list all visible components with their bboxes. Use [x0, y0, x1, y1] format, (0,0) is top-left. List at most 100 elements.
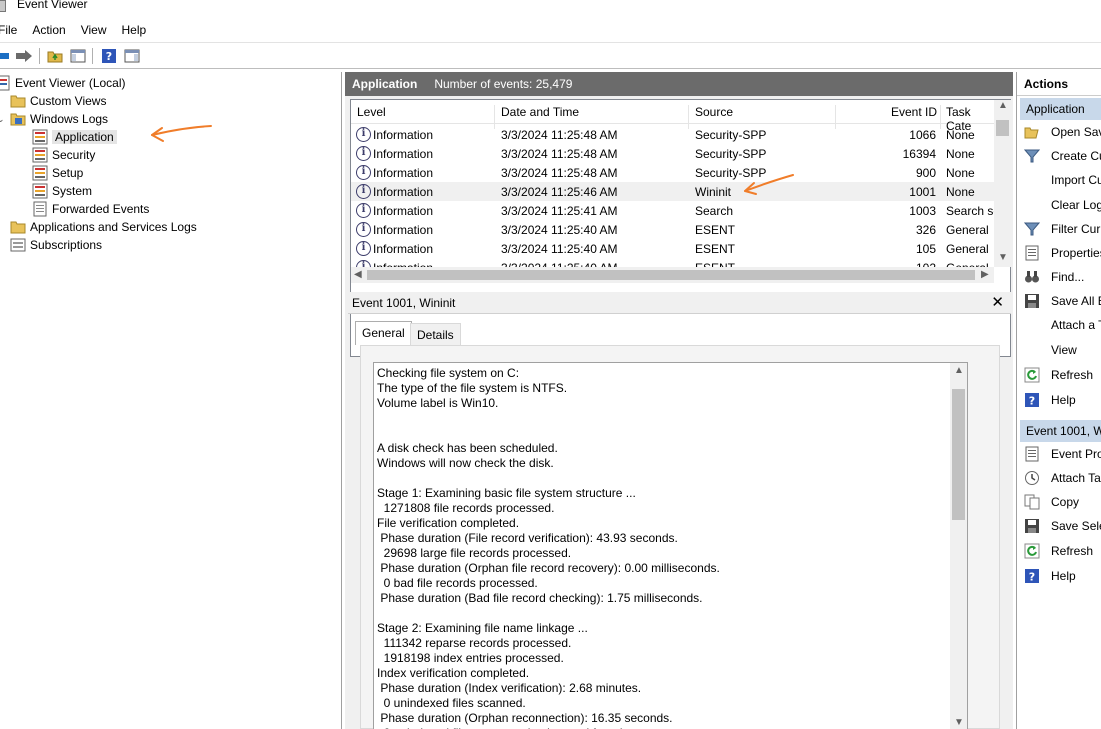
- show-hide-action-pane-icon[interactable]: [123, 47, 141, 65]
- action-label: Event Pro: [1051, 447, 1101, 461]
- row-level: Information: [373, 242, 434, 256]
- action-properties[interactable]: Properties: [1024, 242, 1101, 264]
- scroll-thumb[interactable]: [367, 270, 975, 280]
- action-help[interactable]: ? Help: [1024, 389, 1076, 411]
- action-label: Save All E: [1051, 294, 1101, 308]
- event-row-selected[interactable]: i Information 3/3/2024 11:25:46 AM Winin…: [351, 182, 996, 201]
- binoculars-icon: [1025, 271, 1039, 283]
- event-row[interactable]: i Information 3/3/2024 11:25:40 AM ESENT…: [351, 239, 996, 258]
- scroll-thumb[interactable]: [952, 389, 965, 520]
- action-create-custom-view[interactable]: Create Cu: [1024, 145, 1101, 167]
- row-task: None: [946, 128, 975, 142]
- column-date-time[interactable]: Date and Time: [501, 105, 579, 119]
- information-icon: i: [356, 146, 371, 161]
- event-row[interactable]: i Information 3/3/2024 11:25:40 AM ESENT…: [351, 220, 996, 239]
- expand-chevron-icon[interactable]: ›: [0, 96, 5, 106]
- action-import-custom-view[interactable]: Import Cu: [1024, 169, 1101, 191]
- menu-file[interactable]: File: [0, 23, 26, 37]
- scroll-left-icon[interactable]: ◀: [354, 269, 362, 280]
- action-clear-log[interactable]: Clear Log: [1024, 194, 1101, 216]
- event-viewer-app-icon: [0, 0, 6, 12]
- column-level[interactable]: Level: [357, 105, 386, 119]
- action-label: Properties: [1051, 246, 1101, 260]
- up-folder-icon[interactable]: [46, 47, 64, 65]
- toolbar: ?: [0, 42, 1101, 69]
- tree-item-forwarded-events[interactable]: Forwarded Events: [32, 200, 149, 218]
- column-event-id[interactable]: Event ID: [891, 105, 937, 119]
- event-row[interactable]: i Information 3/3/2024 11:25:48 AM Secur…: [351, 125, 996, 144]
- event-message-box[interactable]: Checking file system on C: The type of t…: [373, 362, 968, 729]
- tree-item-setup[interactable]: Setup: [32, 164, 83, 182]
- row-task: None: [946, 185, 975, 199]
- toolbar-separator: [39, 48, 40, 64]
- collapse-chevron-icon[interactable]: ⌄: [0, 114, 5, 125]
- action-copy[interactable]: Copy: [1024, 491, 1079, 513]
- action-find[interactable]: Find...: [1024, 266, 1084, 288]
- close-icon[interactable]: ✕: [991, 293, 1004, 311]
- tree-item-windows-logs[interactable]: ⌄ Windows Logs: [0, 110, 108, 128]
- refresh-icon: [1024, 367, 1040, 383]
- tree-label-subscriptions: Subscriptions: [30, 238, 103, 252]
- general-tab-panel: Checking file system on C: The type of t…: [360, 345, 1000, 729]
- row-level: Information: [373, 147, 434, 161]
- tree-item-security[interactable]: Security: [32, 146, 95, 164]
- row-source: Wininit: [695, 185, 732, 199]
- row-task: None: [946, 166, 975, 180]
- properties-icon: [1025, 245, 1039, 261]
- tree-item-apps-services-logs[interactable]: › Applications and Services Logs: [0, 218, 197, 236]
- action-attach-task[interactable]: Attach a T: [1024, 314, 1101, 336]
- action-help-event[interactable]: ? Help: [1024, 565, 1076, 587]
- scroll-up-icon[interactable]: ▲: [998, 100, 1008, 111]
- row-event-id: 900: [915, 166, 936, 180]
- action-refresh-event[interactable]: Refresh: [1024, 540, 1093, 562]
- open-folder-icon: [1024, 127, 1039, 139]
- expand-chevron-icon[interactable]: ›: [0, 222, 5, 232]
- tree-label-custom-views: Custom Views: [30, 94, 107, 108]
- forward-icon[interactable]: [15, 47, 33, 65]
- event-detail-header: Event 1001, Wininit ✕: [348, 292, 1011, 314]
- help-icon: ?: [1025, 393, 1039, 408]
- scroll-down-icon[interactable]: ▼: [954, 717, 964, 728]
- event-viewer-icon: [0, 75, 10, 91]
- action-event-properties[interactable]: Event Pro: [1024, 443, 1101, 465]
- row-task: None: [946, 147, 975, 161]
- tree-item-subscriptions[interactable]: Subscriptions: [10, 236, 102, 254]
- event-row[interactable]: i Information 3/3/2024 11:25:41 AM Searc…: [351, 201, 1000, 220]
- scroll-right-icon[interactable]: ▶: [981, 269, 989, 280]
- grid-horizontal-scrollbar[interactable]: ◀ ▶: [351, 267, 994, 283]
- action-view[interactable]: View: [1024, 339, 1077, 361]
- forwarded-log-icon: [33, 201, 47, 217]
- message-vertical-scrollbar[interactable]: ▲ ▼: [950, 363, 967, 729]
- menu-view[interactable]: View: [81, 23, 116, 37]
- menu-help[interactable]: Help: [122, 23, 156, 37]
- action-save-all-events[interactable]: Save All E: [1024, 290, 1101, 312]
- action-open-saved-log[interactable]: Open Save: [1024, 121, 1101, 143]
- action-filter-current-log[interactable]: Filter Curr: [1024, 218, 1101, 240]
- tab-general[interactable]: General: [355, 321, 412, 345]
- scroll-thumb[interactable]: [996, 120, 1009, 136]
- show-hide-tree-icon[interactable]: [69, 47, 87, 65]
- refresh-icon: [1024, 543, 1040, 559]
- event-row[interactable]: i Information 3/3/2024 11:25:48 AM Secur…: [351, 163, 996, 182]
- row-datetime: 3/3/2024 11:25:46 AM: [501, 185, 618, 199]
- tab-details[interactable]: Details: [410, 323, 461, 345]
- action-refresh[interactable]: Refresh: [1024, 364, 1093, 386]
- tree-item-custom-views[interactable]: › Custom Views: [0, 92, 106, 110]
- actions-section-event[interactable]: Event 1001, Wi: [1020, 420, 1101, 442]
- help-icon[interactable]: ?: [100, 47, 118, 65]
- action-attach-task-event[interactable]: Attach Tas: [1024, 467, 1101, 489]
- scroll-down-icon[interactable]: ▼: [998, 252, 1008, 263]
- grid-vertical-scrollbar[interactable]: ▲ ▼: [994, 100, 1011, 267]
- svg-text:?: ?: [106, 50, 112, 63]
- column-source[interactable]: Source: [695, 105, 733, 119]
- menu-action[interactable]: Action: [32, 23, 74, 37]
- tree-item-event-viewer-local[interactable]: Event Viewer (Local): [0, 74, 126, 92]
- tree-item-application[interactable]: Application: [32, 128, 117, 146]
- row-source: ESENT: [695, 223, 736, 237]
- tree-item-system[interactable]: System: [32, 182, 92, 200]
- back-icon[interactable]: [0, 47, 10, 65]
- event-row[interactable]: i Information 3/3/2024 11:25:48 AM Secur…: [351, 144, 996, 163]
- action-save-selected[interactable]: Save Selec: [1024, 515, 1101, 537]
- scroll-up-icon[interactable]: ▲: [954, 365, 964, 376]
- actions-section-application[interactable]: Application: [1020, 98, 1101, 120]
